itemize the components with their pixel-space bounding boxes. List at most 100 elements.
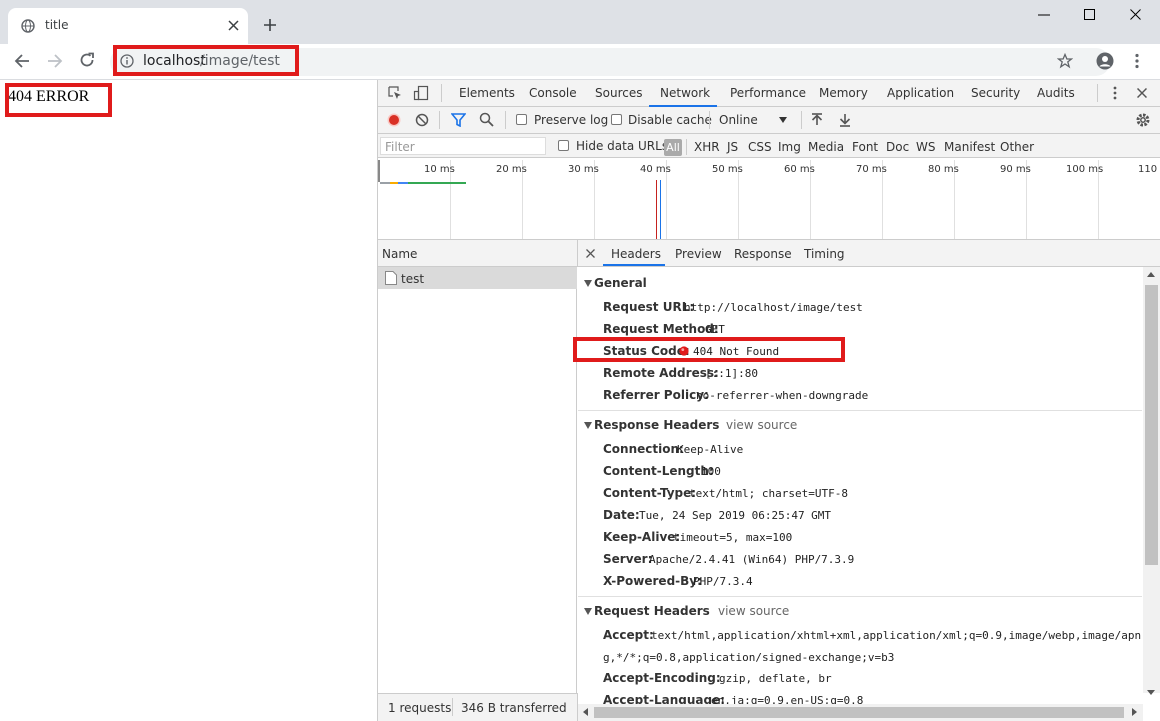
filter-type-css[interactable]: CSS (748, 140, 772, 154)
maximize-icon[interactable] (1084, 9, 1095, 20)
preserve-log-label: Preserve log (534, 113, 609, 127)
expand-triangle-icon[interactable] (584, 608, 592, 615)
settings-gear-icon[interactable] (1135, 112, 1151, 128)
close-devtools-icon[interactable] (1137, 88, 1147, 98)
scroll-up-arrow-icon[interactable] (1147, 272, 1155, 277)
tab-elements[interactable]: Elements (459, 86, 515, 100)
toolbar-separator (439, 111, 440, 129)
browser-tab[interactable] (8, 8, 248, 44)
search-icon[interactable] (479, 112, 494, 127)
horizontal-scroll-thumb[interactable] (594, 707, 1124, 718)
tab-application[interactable]: Application (887, 86, 954, 100)
clear-icon[interactable] (415, 113, 429, 127)
timeline-tick-label: 10 ms (424, 164, 455, 175)
transferred-size: 346 B transferred (461, 701, 567, 715)
timeline-tick-label: 70 ms (856, 164, 887, 175)
filter-icon[interactable] (451, 113, 466, 127)
tab-timing[interactable]: Timing (804, 247, 845, 261)
toolbar-separator (505, 111, 506, 129)
close-detail-icon[interactable] (586, 249, 595, 258)
filter-type-js[interactable]: JS (727, 140, 738, 154)
dropdown-arrow-icon[interactable] (779, 117, 787, 123)
header-key: Date: (603, 508, 640, 522)
preserve-log-checkbox[interactable] (516, 114, 527, 125)
url-highlight (113, 45, 299, 76)
filter-type-doc[interactable]: Doc (886, 140, 909, 154)
filter-type-other[interactable]: Other (1000, 140, 1034, 154)
tab-sources[interactable]: Sources (595, 86, 642, 100)
tab-title: title (45, 18, 69, 32)
header-key: Accept: (603, 628, 654, 642)
inspect-element-icon[interactable] (388, 86, 402, 100)
view-source-link[interactable]: view source (718, 604, 789, 618)
tab-preview[interactable]: Preview (675, 247, 722, 261)
section-general[interactable]: General (594, 276, 647, 290)
scroll-right-arrow-icon[interactable] (1132, 708, 1137, 716)
minimize-icon[interactable] (1038, 14, 1050, 16)
tab-response[interactable]: Response (734, 247, 792, 261)
expand-triangle-icon[interactable] (584, 422, 592, 429)
header-key: Content-Length: (603, 464, 714, 478)
section-response-headers[interactable]: Response Headers (594, 418, 719, 432)
reload-icon[interactable] (79, 52, 95, 68)
filter-type-xhr[interactable]: XHR (694, 140, 720, 154)
network-toolbar (378, 107, 1160, 134)
header-key: Server: (603, 552, 653, 566)
filter-type-media[interactable]: Media (808, 140, 844, 154)
device-toolbar-icon[interactable] (413, 85, 429, 101)
filter-type-all[interactable]: All (664, 139, 682, 156)
expand-triangle-icon[interactable] (584, 280, 592, 287)
tab-audits[interactable]: Audits (1037, 86, 1075, 100)
tab-memory[interactable]: Memory (819, 86, 868, 100)
tab-separator (1097, 84, 1098, 102)
export-har-icon[interactable] (839, 113, 851, 127)
toolbar-separator (801, 111, 802, 129)
timeline-tick-label: 60 ms (784, 164, 815, 175)
tab-performance[interactable]: Performance (730, 86, 806, 100)
forward-icon[interactable] (47, 53, 63, 69)
import-har-icon[interactable] (811, 113, 823, 127)
tab-headers[interactable]: Headers (611, 247, 661, 261)
timeline-start-marker (378, 160, 380, 182)
tab-network[interactable]: Network (660, 86, 710, 100)
header-value-continued: g,*/*;q=0.8,application/signed-exchange;… (603, 651, 895, 664)
menu-icon[interactable] (1135, 53, 1139, 69)
section-request-headers[interactable]: Request Headers (594, 604, 710, 618)
record-icon[interactable] (387, 113, 401, 127)
profile-icon[interactable] (1096, 52, 1114, 70)
timeline-tick-label: 100 ms (1066, 164, 1104, 175)
view-source-link[interactable]: view source (726, 418, 797, 432)
timeline-load-marker (656, 180, 657, 239)
timeline-tick-label: 40 ms (640, 164, 671, 175)
throttling-select[interactable]: Online (719, 113, 758, 127)
new-tab-icon[interactable] (263, 18, 277, 32)
header-value: Tue, 24 Sep 2019 06:25:47 GMT (639, 509, 832, 522)
error-text-highlight (5, 83, 112, 117)
tab-console[interactable]: Console (529, 86, 577, 100)
close-window-icon[interactable] (1130, 9, 1141, 20)
section-divider (578, 410, 1142, 411)
filter-type-font[interactable]: Font (852, 140, 878, 154)
devtools-menu-icon[interactable] (1113, 86, 1117, 100)
tab-security[interactable]: Security (971, 86, 1020, 100)
timeline-tick-label: 90 ms (1000, 164, 1031, 175)
filter-type-manifest[interactable]: Manifest (944, 140, 995, 154)
scroll-down-arrow-icon[interactable] (1147, 690, 1155, 695)
disable-cache-checkbox[interactable] (611, 114, 622, 125)
back-icon[interactable] (14, 53, 30, 69)
timeline-tick-label: 80 ms (928, 164, 959, 175)
bookmark-star-icon[interactable] (1057, 53, 1073, 69)
request-count: 1 requests (388, 701, 452, 715)
active-detail-tab-indicator (603, 264, 665, 266)
globe-icon (21, 19, 35, 33)
filter-type-img[interactable]: Img (778, 140, 801, 154)
timeline-tick-label: 50 ms (712, 164, 743, 175)
scroll-left-arrow-icon[interactable] (583, 708, 588, 716)
filter-type-ws[interactable]: WS (916, 140, 935, 154)
header-key: Keep-Alive: (603, 530, 681, 544)
hide-data-urls-checkbox[interactable] (558, 140, 569, 151)
vertical-scroll-thumb[interactable] (1145, 285, 1158, 565)
close-tab-icon[interactable] (228, 20, 239, 31)
timeline-request-bar (390, 182, 398, 184)
header-value: no-referrer-when-downgrade (696, 389, 869, 402)
